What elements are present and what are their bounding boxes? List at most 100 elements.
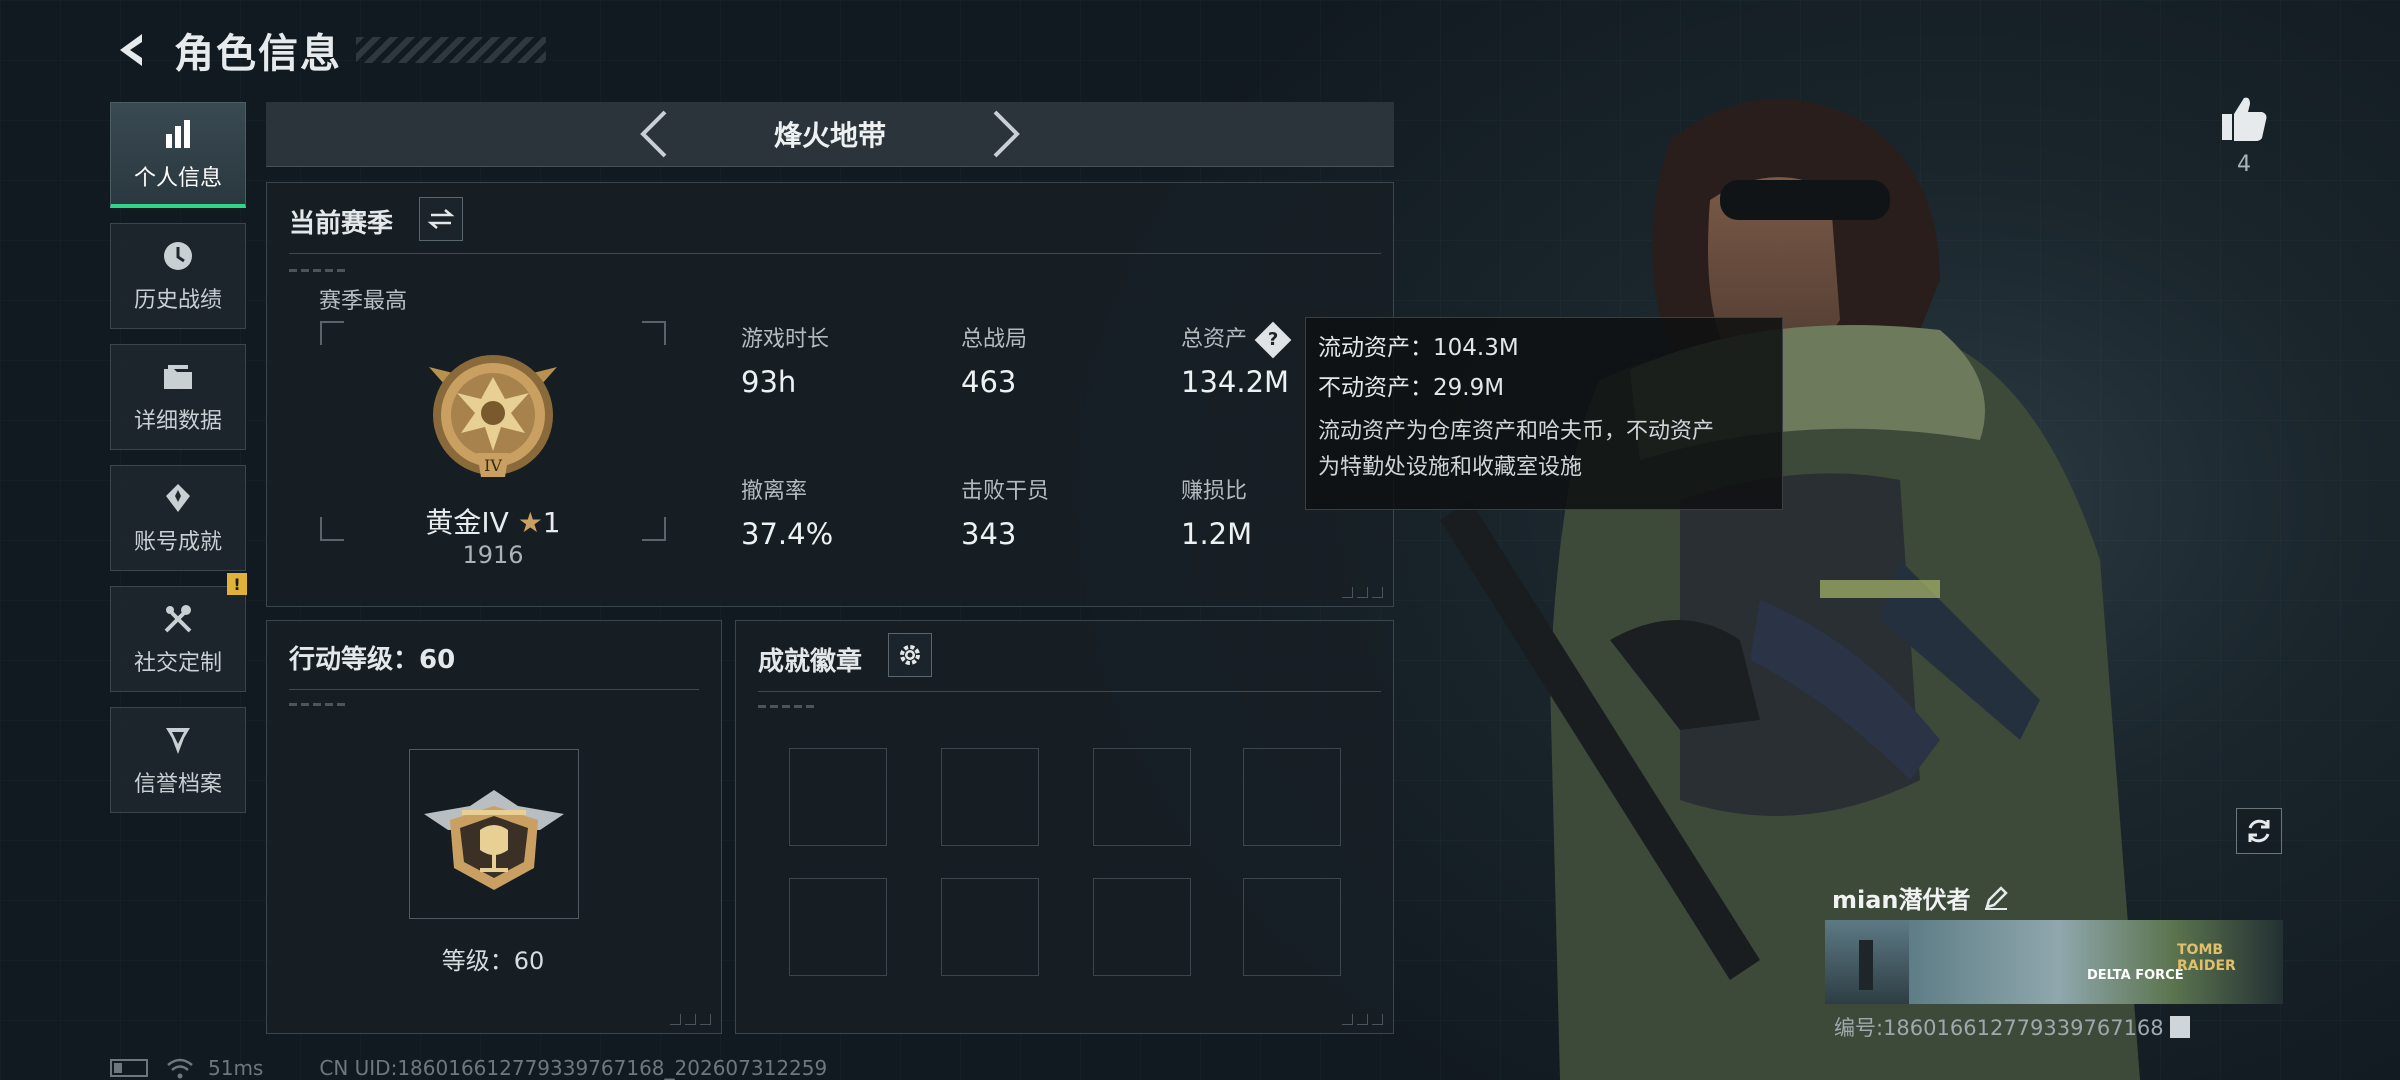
level-text: 等级：60 xyxy=(441,947,545,975)
stat-total-assets: 总资产 ? 134.2M xyxy=(1181,321,1292,399)
gear-icon xyxy=(900,645,920,665)
badges-settings-button[interactable] xyxy=(888,633,932,677)
badge-slot[interactable] xyxy=(941,748,1039,846)
stat-label: 击败干员 xyxy=(961,479,1050,504)
help-icon[interactable]: ? xyxy=(1254,321,1292,359)
badge-slot[interactable] xyxy=(941,878,1039,976)
season-title: 当前赛季 xyxy=(289,209,394,239)
gold-rank-emblem-icon: IV xyxy=(429,355,557,477)
player-name-row: mian潜伏者 xyxy=(1832,880,2009,915)
tooltip-description: 流动资产为仓库资产和哈夫币，不动资产 为特勤处设施和收藏室设施 xyxy=(1318,414,1770,486)
tools-icon xyxy=(164,605,192,633)
badge-slot[interactable] xyxy=(1243,748,1341,846)
banner-image: DELTA FORCE TOMB RAIDER xyxy=(1909,920,2283,1004)
tooltip-fixed-assets: 不动资产：29.9M xyxy=(1318,375,1505,401)
avatar[interactable] xyxy=(1825,920,1909,1004)
nav-label: 信誉档案 xyxy=(133,772,222,797)
stat-profit-ratio: 赚损比 1.2M xyxy=(1181,473,1252,551)
mode-next-button[interactable] xyxy=(986,108,1026,160)
stat-label: 撤离率 xyxy=(741,479,808,504)
tomb-raider-logo: TOMB RAIDER xyxy=(2177,942,2236,974)
ping: 51ms xyxy=(208,1056,264,1080)
stat-label: 游戏时长 xyxy=(741,327,830,352)
stat-value: 93h xyxy=(741,365,797,399)
season-panel: 当前赛季 赛季最高 IV 黄金IV ★1 1916 游戏时长 93h 总战局 4… xyxy=(266,182,1394,607)
rank-score: 1916 xyxy=(462,541,524,569)
refresh-button[interactable] xyxy=(2236,808,2282,854)
rank-name-row: 黄金IV ★1 xyxy=(267,501,719,541)
page-header: 角色信息 xyxy=(110,22,546,78)
clock-icon xyxy=(164,242,192,270)
level-panel: 行动等级：60 等级：60 xyxy=(266,620,722,1034)
stat-play-time: 游戏时长 93h xyxy=(741,321,829,399)
corner-decoration xyxy=(670,1014,711,1025)
like-count: 4 xyxy=(2237,152,2251,177)
back-arrow-icon xyxy=(120,34,142,66)
badge-slot[interactable] xyxy=(1093,748,1191,846)
corner-decoration xyxy=(1342,587,1383,598)
divider-tick xyxy=(289,269,349,272)
nav-item-history[interactable]: 历史战绩 xyxy=(110,223,246,329)
divider-tick xyxy=(758,705,818,708)
battery-icon xyxy=(110,1059,148,1077)
nav-label: 账号成就 xyxy=(133,530,222,555)
folder-icon xyxy=(164,365,192,389)
nav-item-social[interactable]: 社交定制 ! xyxy=(110,573,247,692)
back-button[interactable] xyxy=(110,28,154,72)
divider-tick xyxy=(289,703,349,706)
svg-text:IV: IV xyxy=(484,456,502,475)
nav-label: 个人信息 xyxy=(133,165,222,191)
tooltip-liquid-assets: 流动资产：104.3M xyxy=(1318,335,1519,361)
season-best-label: 赛季最高 xyxy=(319,289,408,314)
help-mark: ? xyxy=(1267,328,1279,350)
divider xyxy=(758,691,1381,692)
badge-slot[interactable] xyxy=(1243,878,1341,976)
stat-value: 134.2M xyxy=(1181,365,1290,399)
notification-badge: ! xyxy=(227,573,247,595)
status-bar: 51ms CN UID:186016612779339767168_202607… xyxy=(110,1056,827,1080)
chevron-right-icon xyxy=(993,110,1020,158)
badge-slot[interactable] xyxy=(1093,878,1191,976)
mode-name: 烽火地带 xyxy=(773,119,886,152)
rank-name: 黄金IV xyxy=(425,506,509,539)
nav-label: 详细数据 xyxy=(133,409,222,434)
tooltip-description-line: 流动资产为仓库资产和哈夫币，不动资产 xyxy=(1318,419,1715,444)
player-id: 编号:186016612779339767168 xyxy=(1834,1016,2164,1040)
stat-value: 343 xyxy=(961,517,1017,551)
badge-slot[interactable] xyxy=(789,878,887,976)
star-icon: ★ xyxy=(517,506,543,539)
stat-value: 1.2M xyxy=(1181,517,1253,551)
stat-extract-rate: 撤离率 37.4% xyxy=(741,473,833,551)
swap-icon xyxy=(427,209,455,229)
asset-tooltip: 流动资产：104.3M 不动资产：29.9M 流动资产为仓库资产和哈夫币，不动资… xyxy=(1305,317,1783,510)
stat-label-text: 总资产 xyxy=(1181,327,1248,352)
nav-item-achievements[interactable]: 账号成就 xyxy=(110,465,246,571)
nav-label: 历史战绩 xyxy=(133,288,222,313)
nav-item-profile[interactable]: 个人信息 xyxy=(110,102,246,208)
wifi-icon xyxy=(167,1058,193,1079)
badge-slot[interactable] xyxy=(789,748,887,846)
mode-prev-button[interactable] xyxy=(634,108,674,160)
copy-icon[interactable] xyxy=(2169,1016,2190,1038)
profile-banner[interactable]: DELTA FORCE TOMB RAIDER xyxy=(1825,920,2283,1004)
stat-value: 463 xyxy=(961,365,1017,399)
like-button[interactable]: 4 xyxy=(2218,96,2270,177)
badges-title: 成就徽章 xyxy=(758,647,863,677)
stat-total-matches: 总战局 463 xyxy=(961,321,1027,399)
edit-icon[interactable] xyxy=(1983,885,2009,911)
player-id-row: 编号:186016612779339767168 xyxy=(1834,1012,2190,1042)
stat-label: 赚损比 xyxy=(1181,479,1248,504)
nav-item-credit[interactable]: 信誉档案 xyxy=(110,707,246,813)
credit-shield-icon xyxy=(166,728,190,754)
title-decoration xyxy=(356,37,546,63)
stat-label: 总战局 xyxy=(961,327,1028,352)
player-name: mian潜伏者 xyxy=(1832,886,1971,914)
nav-label: 社交定制 xyxy=(133,651,222,676)
bar-chart-icon xyxy=(166,119,190,148)
delta-force-logo: DELTA FORCE xyxy=(2087,968,2184,983)
page-title: 角色信息 xyxy=(174,31,342,77)
nav-item-details[interactable]: 详细数据 xyxy=(110,344,246,450)
tooltip-description-line: 为特勤处设施和收藏室设施 xyxy=(1318,455,1583,480)
helicopter-emblem-icon xyxy=(424,790,564,890)
season-switch-button[interactable] xyxy=(419,197,463,241)
